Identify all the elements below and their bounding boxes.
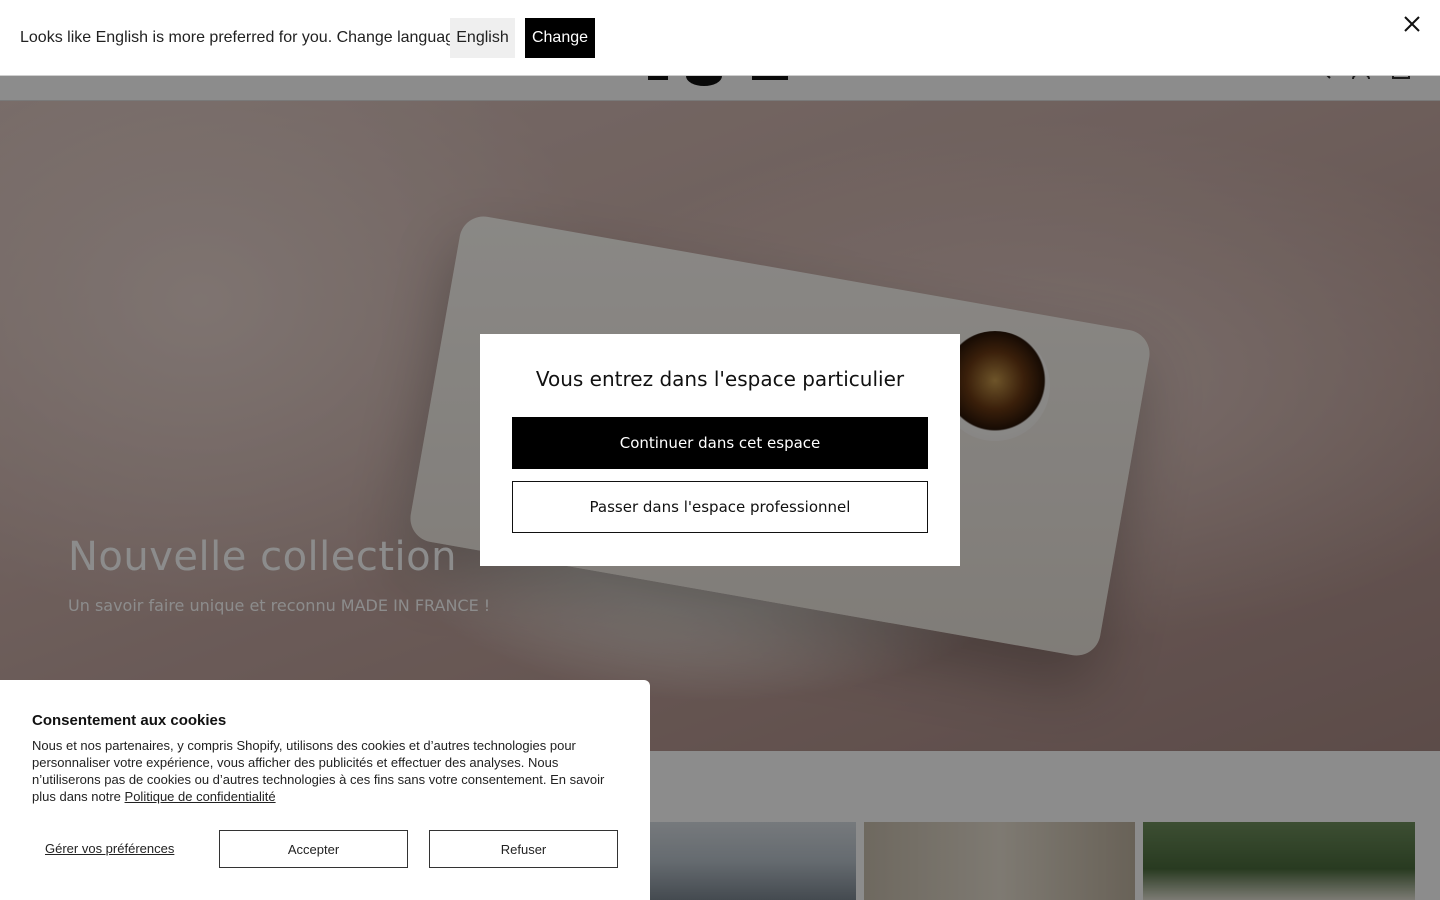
accept-button[interactable]: Accepter bbox=[219, 830, 408, 868]
switch-professional-button[interactable]: Passer dans l'espace professionnel bbox=[512, 481, 928, 533]
language-suggestion-bar: Looks like English is more preferred for… bbox=[0, 0, 1440, 76]
cookie-title: Consentement aux cookies bbox=[32, 712, 227, 729]
refuse-button[interactable]: Refuser bbox=[429, 830, 618, 868]
privacy-policy-link[interactable]: Politique de confidentialité bbox=[125, 789, 276, 804]
manage-preferences-link[interactable]: Gérer vos préférences bbox=[45, 841, 174, 856]
cookie-consent-banner: Consentement aux cookies Nous et nos par… bbox=[0, 680, 650, 900]
english-button[interactable]: English bbox=[450, 18, 515, 58]
continue-button[interactable]: Continuer dans cet espace bbox=[512, 417, 928, 469]
space-selection-modal: Vous entrez dans l'espace particulier Co… bbox=[480, 334, 960, 566]
cookie-text: Nous et nos partenaires, y compris Shopi… bbox=[32, 737, 622, 805]
language-message: Looks like English is more preferred for… bbox=[20, 29, 472, 46]
change-language-button[interactable]: Change bbox=[525, 18, 595, 58]
cookie-description: Nous et nos partenaires, y compris Shopi… bbox=[32, 738, 605, 804]
modal-title: Vous entrez dans l'espace particulier bbox=[535, 367, 905, 391]
close-icon[interactable] bbox=[1400, 10, 1424, 36]
